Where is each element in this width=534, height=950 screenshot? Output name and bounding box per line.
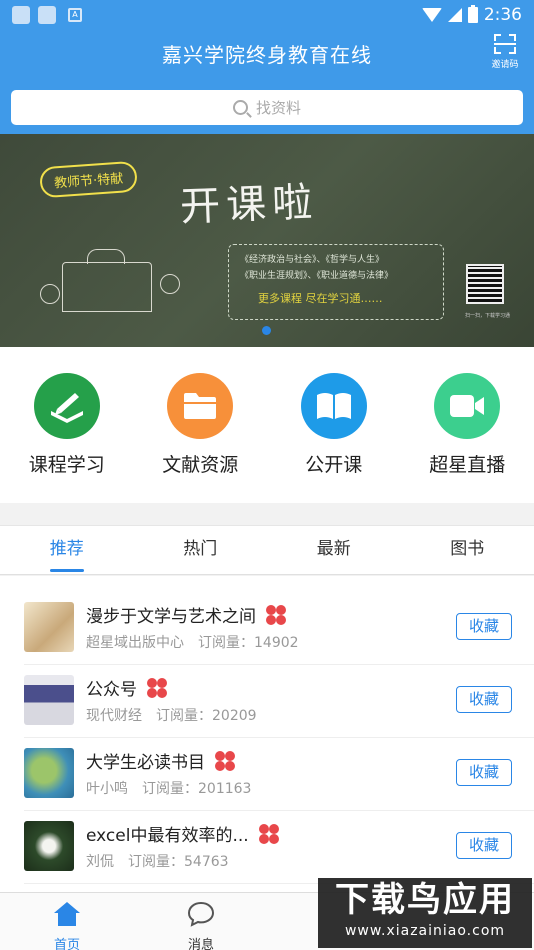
chalk-tree-illustration (40, 284, 60, 304)
item-title: 公众号 (86, 680, 137, 700)
nav-messages[interactable]: 消息 (134, 893, 268, 950)
content-tabs: 推荐 热门 最新 图书 (0, 525, 534, 575)
quick-label: 课程学习 (28, 454, 105, 476)
list-item[interactable]: 大学生必读书目 叶小鸣 订阅量：201163 收藏 (24, 738, 534, 811)
tab-hot[interactable]: 热门 (134, 526, 268, 574)
list-item[interactable]: 漫步于文学与艺术之间 超星域出版中心 订阅量：14902 收藏 (24, 592, 534, 665)
watermark-title: 下载鸟应用 (335, 880, 515, 920)
search-input[interactable]: 找资料 (11, 90, 523, 125)
watermark-url: www.xiazainiao.com (344, 923, 506, 939)
scan-icon (494, 34, 516, 54)
chalk-tree-illustration (160, 274, 180, 294)
signal-icon (447, 8, 462, 22)
nav-home[interactable]: 首页 (0, 893, 134, 950)
item-author: 超星域出版中心 (86, 635, 184, 651)
item-subscriptions: 订阅量：201163 (142, 781, 252, 797)
quick-label: 文献资源 (162, 454, 239, 476)
quick-live-stream[interactable]: 超星直播 (412, 373, 522, 477)
thumbnail-image (24, 748, 74, 798)
notification-icon (12, 6, 30, 24)
video-camera-icon (434, 373, 501, 439)
item-author: 现代财经 (86, 708, 142, 724)
item-subscriptions: 订阅量：54763 (128, 854, 229, 870)
tab-books[interactable]: 图书 (401, 526, 534, 574)
nav-label: 消息 (187, 938, 214, 950)
chalk-building-illustration (62, 249, 152, 312)
tab-recommended[interactable]: 推荐 (0, 526, 134, 574)
open-book-icon (300, 373, 367, 439)
invite-code-button[interactable]: 邀请码 (488, 34, 522, 70)
battery-icon (467, 5, 478, 23)
qr-caption: 扫一扫，下载学习通 (464, 313, 510, 319)
favorite-button[interactable]: 收藏 (456, 613, 512, 640)
thumbnail-image (24, 675, 74, 725)
banner-headline: 开课啦 (179, 179, 319, 231)
quick-label: 公开课 (305, 454, 363, 476)
banner-carousel[interactable]: 教师节·特献 开课啦 《经济政治与社会》、《哲学与人生》 《职业生涯规划》、《职… (0, 134, 534, 347)
quick-open-course[interactable]: 公开课 (279, 373, 389, 477)
banner-line: 《经济政治与社会》、《哲学与人生》 (240, 255, 385, 265)
thumbnail-image (24, 821, 74, 871)
quick-menu: 课程学习 文献资源 公开课 超星直播 (0, 347, 534, 503)
item-title: excel中最有效率的... (86, 826, 249, 846)
item-subscriptions: 订阅量：14902 (198, 635, 299, 651)
banner-badge: 教师节·特献 (39, 160, 139, 199)
page-title: 嘉兴学院终身教育在线 (162, 42, 372, 67)
clover-icon (266, 604, 286, 625)
notification-icon (38, 6, 56, 24)
quick-literature-resources[interactable]: 文献资源 (145, 373, 255, 477)
nav-label: 首页 (53, 938, 80, 950)
clover-icon (215, 750, 235, 771)
item-subscriptions: 订阅量：20209 (156, 708, 257, 724)
quick-label: 超星直播 (429, 454, 506, 476)
banner-slogan: 更多课程 尽在学习通…… (258, 292, 383, 305)
home-icon (54, 902, 80, 926)
status-time: 2:36 (483, 5, 522, 25)
status-bar: A 2:36 (0, 0, 534, 30)
quick-course-study[interactable]: 课程学习 (12, 373, 122, 477)
search-icon (232, 100, 248, 115)
banner-line: 《职业生涯规划》、《职业道德与法律》 (240, 271, 394, 281)
list-item[interactable]: excel中最有效率的... 刘侃 订阅量：54763 收藏 (24, 811, 534, 884)
clover-icon (258, 823, 279, 844)
header: A 2:36 嘉兴学院终身教育在线 邀请码 找资料 (0, 0, 534, 134)
clover-icon (147, 677, 167, 698)
invite-code-label: 邀请码 (491, 60, 519, 70)
item-title: 漫步于文学与艺术之间 (86, 607, 256, 627)
message-bubble-icon (187, 901, 215, 927)
section-divider (0, 503, 534, 525)
wifi-icon (421, 8, 442, 22)
pen-book-icon (33, 373, 100, 439)
list-item[interactable]: 公众号 现代财经 订阅量：20209 收藏 (24, 665, 534, 738)
folder-icon (167, 373, 234, 439)
item-author: 叶小鸣 (86, 781, 128, 797)
favorite-button[interactable]: 收藏 (456, 686, 512, 713)
item-title: 大学生必读书目 (86, 753, 205, 773)
content-list: 漫步于文学与艺术之间 超星域出版中心 订阅量：14902 收藏 公众号 现代财经订… (0, 576, 534, 892)
a-icon: A (68, 8, 82, 22)
search-placeholder: 找资料 (255, 99, 301, 117)
favorite-button[interactable]: 收藏 (456, 832, 512, 859)
watermark: 下载鸟应用 www.xiazainiao.com (318, 878, 532, 948)
item-author: 刘侃 (86, 854, 114, 870)
favorite-button[interactable]: 收藏 (456, 759, 512, 786)
qr-code-image (466, 264, 504, 304)
thumbnail-image (24, 602, 74, 652)
tab-latest[interactable]: 最新 (267, 526, 401, 574)
carousel-indicator[interactable] (262, 326, 271, 335)
